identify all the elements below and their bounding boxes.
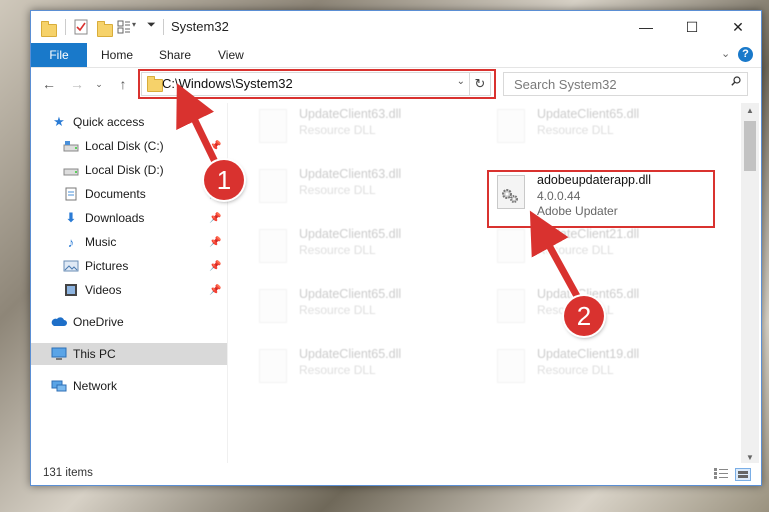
arrow-to-address-bar (176, 83, 222, 170)
annotation-arrows (176, 83, 583, 303)
step-1-badge: 1 (204, 160, 244, 200)
arrow-to-file (529, 210, 582, 300)
step-2-badge: 2 (564, 296, 604, 336)
